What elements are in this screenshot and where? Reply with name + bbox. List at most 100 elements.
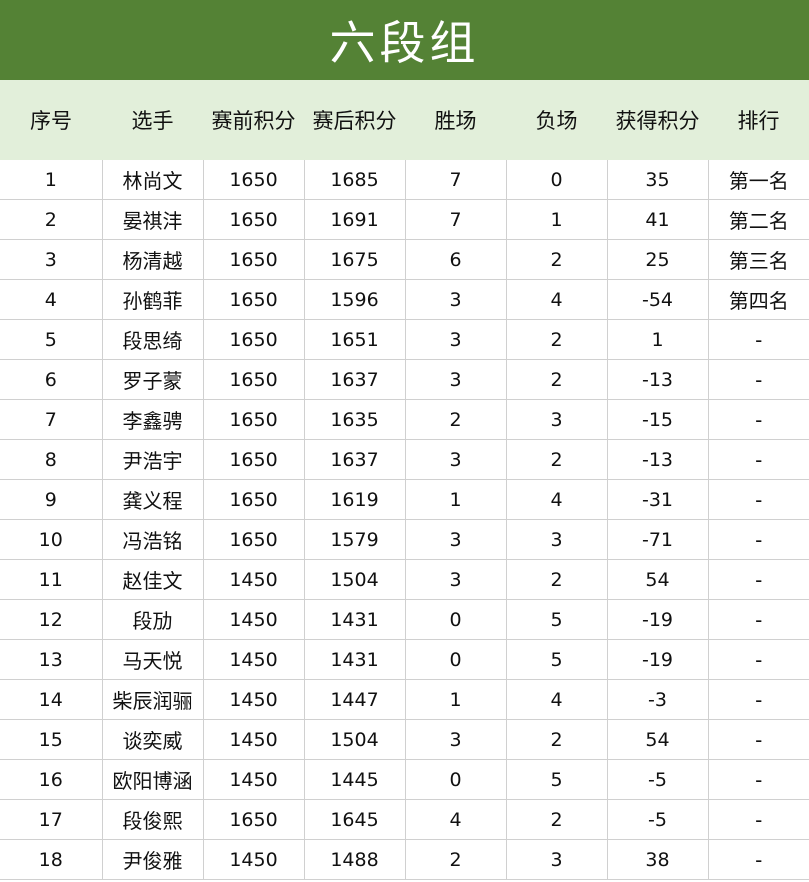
cell-points-gained: -3 (607, 679, 709, 720)
cell-rank: - (708, 799, 809, 840)
table-row: 15 谈奕威 1450 1504 3 2 54- (0, 719, 809, 760)
cell-points-gained: 54 (607, 559, 709, 600)
cell-rank: - (708, 399, 809, 440)
cell-points-gained: 1 (607, 319, 709, 360)
cell-losses: 5 (506, 759, 608, 800)
cell-points-gained: -13 (607, 439, 709, 480)
cell-player-name: 林尚文 (102, 160, 204, 200)
table-row: 16 欧阳博涵 1450 1445 0 5 -5- (0, 759, 809, 800)
cell-number: 7 (0, 399, 103, 440)
cell-player-name: 孙鹤菲 (102, 279, 204, 320)
cell-number: 6 (0, 359, 103, 400)
cell-player-name: 晏祺沣 (102, 199, 204, 240)
cell-losses: 2 (506, 559, 608, 600)
table-row: 10 冯浩铭 1650 1579 3 3 -71- (0, 519, 809, 560)
cell-player-name: 柴辰润骊 (102, 679, 204, 720)
cell-number: 9 (0, 479, 103, 520)
cell-points-after: 1691 (304, 199, 406, 240)
cell-losses: 2 (506, 359, 608, 400)
cell-player-name: 尹俊雅 (102, 839, 204, 880)
cell-points-gained: -5 (607, 759, 709, 800)
cell-losses: 0 (506, 160, 608, 200)
column-header-points-gained: 获得积分 (607, 80, 708, 160)
cell-points-after: 1504 (304, 719, 406, 760)
cell-points-before: 1650 (203, 399, 305, 440)
cell-points-after: 1685 (304, 160, 406, 200)
cell-player-name: 欧阳博涵 (102, 759, 204, 800)
cell-player-name: 段思绮 (102, 319, 204, 360)
cell-points-gained: 25 (607, 239, 709, 280)
cell-wins: 3 (405, 519, 507, 560)
cell-wins: 3 (405, 319, 507, 360)
cell-losses: 5 (506, 639, 608, 680)
cell-points-after: 1637 (304, 359, 406, 400)
table-row: 6 罗子蒙 1650 1637 3 2 -13- (0, 359, 809, 400)
cell-number: 8 (0, 439, 103, 480)
cell-points-before: 1650 (203, 239, 305, 280)
cell-number: 16 (0, 759, 103, 800)
cell-player-name: 李鑫骋 (102, 399, 204, 440)
cell-rank: - (708, 359, 809, 400)
cell-number: 15 (0, 719, 103, 760)
cell-wins: 6 (405, 239, 507, 280)
cell-rank: 第四名 (708, 279, 809, 320)
cell-wins: 3 (405, 439, 507, 480)
cell-wins: 1 (405, 479, 507, 520)
cell-points-after: 1637 (304, 439, 406, 480)
cell-points-gained: -5 (607, 799, 709, 840)
cell-points-after: 1431 (304, 599, 406, 640)
title-bar: 六段组 (0, 0, 809, 80)
cell-rank: 第一名 (708, 160, 809, 200)
table-row: 1 林尚文 1650 1685 7 0 35 第一名 (0, 160, 809, 200)
cell-points-gained: 38 (607, 839, 709, 880)
cell-wins: 3 (405, 359, 507, 400)
table-row: 18 尹俊雅 1450 1488 2 3 38- (0, 839, 809, 880)
table-row: 13 马天悦 1450 1431 0 5 -19- (0, 639, 809, 680)
table-row: 9 龚义程 1650 1619 1 4 -31- (0, 479, 809, 520)
cell-rank: - (708, 599, 809, 640)
cell-points-gained: -19 (607, 639, 709, 680)
cell-rank: - (708, 679, 809, 720)
page-title: 六段组 (329, 16, 480, 70)
cell-wins: 1 (405, 679, 507, 720)
cell-number: 2 (0, 199, 103, 240)
table-row: 5 段思绮 1650 1651 3 2 1- (0, 319, 809, 360)
cell-wins: 0 (405, 639, 507, 680)
cell-losses: 1 (506, 199, 608, 240)
table-row: 3 杨清越 1650 1675 6 2 25 第三名 (0, 239, 809, 280)
cell-rank: - (708, 759, 809, 800)
cell-rank: 第三名 (708, 239, 809, 280)
cell-wins: 7 (405, 199, 507, 240)
cell-points-gained: -19 (607, 599, 709, 640)
cell-points-before: 1650 (203, 519, 305, 560)
cell-losses: 2 (506, 239, 608, 280)
cell-points-after: 1675 (304, 239, 406, 280)
cell-number: 14 (0, 679, 103, 720)
cell-rank: - (708, 319, 809, 360)
column-header-player: 选手 (102, 80, 203, 160)
cell-player-name: 龚义程 (102, 479, 204, 520)
cell-losses: 2 (506, 319, 608, 360)
cell-losses: 5 (506, 599, 608, 640)
cell-points-gained: -54 (607, 279, 709, 320)
cell-points-before: 1650 (203, 319, 305, 360)
cell-number: 17 (0, 799, 103, 840)
cell-points-gained: -15 (607, 399, 709, 440)
table-row: 12 段劢 1450 1431 0 5 -19- (0, 599, 809, 640)
cell-rank: - (708, 439, 809, 480)
cell-points-after: 1596 (304, 279, 406, 320)
cell-player-name: 段俊熙 (102, 799, 204, 840)
cell-points-before: 1650 (203, 199, 305, 240)
cell-wins: 4 (405, 799, 507, 840)
cell-wins: 2 (405, 839, 507, 880)
cell-rank: - (708, 639, 809, 680)
cell-points-before: 1650 (203, 160, 305, 200)
cell-wins: 3 (405, 559, 507, 600)
cell-points-gained: -13 (607, 359, 709, 400)
cell-number: 11 (0, 559, 103, 600)
cell-wins: 0 (405, 759, 507, 800)
cell-rank: - (708, 839, 809, 880)
cell-losses: 2 (506, 719, 608, 760)
standings-table: 序号 选手 赛前积分 赛后积分 胜场 负场 获得积分 排行 1 林尚文 1650 16… (0, 80, 809, 880)
cell-points-before: 1450 (203, 679, 305, 720)
